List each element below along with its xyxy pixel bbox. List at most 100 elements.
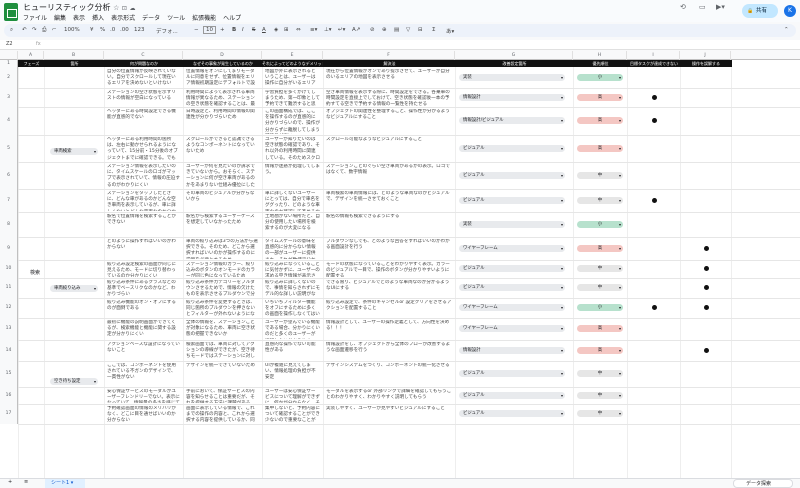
row-number[interactable]: 12 bbox=[0, 298, 18, 318]
comment-icon[interactable]: ▭ bbox=[699, 3, 706, 11]
cell-c[interactable]: ヘッダーにある利用時間の箇所は、左右に動かせられるようになっていて、15分前・1… bbox=[107, 137, 180, 161]
row-number[interactable]: 11 bbox=[0, 278, 18, 298]
column-header-B[interactable]: B bbox=[44, 51, 104, 60]
sheets-logo-icon[interactable] bbox=[4, 3, 18, 21]
priority-select[interactable]: 高 bbox=[577, 347, 623, 354]
cell-f[interactable]: プルダウンなしでも、どのような回答をすればいいのかわかる画面設計を行う bbox=[326, 239, 452, 259]
row-number[interactable]: 5 bbox=[0, 135, 18, 162]
bold-icon[interactable]: B bbox=[232, 27, 236, 33]
target-select[interactable]: ビジュアル bbox=[459, 265, 565, 272]
priority-select[interactable]: 中 bbox=[577, 172, 623, 179]
priority-select[interactable]: 中 bbox=[577, 197, 623, 204]
target-select[interactable]: ビジュアル bbox=[459, 370, 565, 377]
priority-select[interactable]: 小 bbox=[577, 74, 623, 81]
italic-icon[interactable]: I bbox=[242, 27, 244, 33]
priority-select[interactable]: 高 bbox=[577, 145, 623, 152]
cell-f[interactable]: 絞り込み設定で、条件のキャンセルor 設定クリアをさせるアクションを配置すること bbox=[326, 300, 452, 317]
wrap-icon[interactable]: ↵▾ bbox=[338, 27, 345, 33]
priority-select[interactable]: 中 bbox=[577, 370, 623, 377]
priority-select[interactable]: 高 bbox=[577, 117, 623, 124]
fill-color-icon[interactable]: ◈ bbox=[274, 27, 278, 33]
strikethrough-icon[interactable]: S bbox=[252, 27, 256, 33]
undo-icon[interactable]: ↶ bbox=[22, 27, 27, 33]
star-icon[interactable]: ☆ bbox=[113, 4, 119, 12]
cell-d[interactable]: 絞り込み条件を変更するときは、同じ箇所のプルダウンを押さないとフィルターが外れな… bbox=[186, 300, 259, 317]
row-number[interactable]: 2 bbox=[0, 67, 18, 88]
cell-d[interactable]: スクロールができると認識できるようなコンポーネントになっていないため bbox=[186, 137, 259, 161]
font-size-plus[interactable]: + bbox=[220, 27, 225, 33]
cell-c[interactable]: 絞り込み機能のオン・オフにするのが面倒である bbox=[107, 300, 180, 317]
priority-select[interactable]: 小 bbox=[577, 304, 623, 311]
priority-select[interactable]: 中 bbox=[577, 392, 623, 399]
cell-f[interactable]: スクロール可能なようなビジュアルにすること bbox=[326, 137, 452, 161]
row-number[interactable]: 10 bbox=[0, 260, 18, 278]
spreadsheet-grid[interactable]: ABCDEFGHIJ 1 フェーズ 箇所 何が問題なのか なぜその事象が発生しているのか… bbox=[0, 51, 800, 478]
row-number[interactable]: 7 bbox=[0, 189, 18, 212]
row-number[interactable]: 4 bbox=[0, 107, 18, 135]
target-select[interactable]: 情報設計 bbox=[459, 94, 565, 101]
cell-e[interactable]: この画面構成では、ここを操作するのが直感的に分かりづらいので、操作が分からずに離… bbox=[265, 109, 320, 134]
feature-select[interactable]: 空き待ち設定 bbox=[50, 378, 98, 385]
menu-4[interactable]: 表示形式 bbox=[111, 15, 135, 22]
phase-cell[interactable]: 検索 bbox=[30, 269, 40, 276]
row-number[interactable]: 16 bbox=[0, 387, 18, 404]
percent-button[interactable]: % bbox=[100, 27, 105, 33]
cell-f[interactable]: 実装しやすく、ユーザーが見やすいビジュアルにすること bbox=[326, 406, 452, 423]
comment-add-icon[interactable]: ⊕ bbox=[382, 27, 387, 33]
priority-select[interactable]: 高 bbox=[577, 94, 623, 101]
column-header-D[interactable]: D bbox=[183, 51, 262, 60]
search-menus-icon[interactable]: ⌕ bbox=[10, 27, 13, 34]
cell-c[interactable]: 自分の位置情報が反映されていない。自分でスクロールして現在いるエリアを決めないと… bbox=[107, 69, 180, 87]
priority-select[interactable]: 中 bbox=[577, 265, 623, 272]
cell-f[interactable]: 駅名の情報も検索できるようにする bbox=[326, 214, 452, 236]
column-header-F[interactable]: F bbox=[323, 51, 455, 60]
cell-e[interactable]: 学習負担を多くかけてしまうため、第一印象として予約できて難渋すると思われる可能性… bbox=[265, 90, 320, 106]
cell-f[interactable]: 情報設計をし、オブジェクトから全体のフローが改善するような画面遷移を行う bbox=[326, 342, 452, 360]
priority-select[interactable]: 高 bbox=[577, 325, 623, 332]
avatar[interactable]: K bbox=[784, 5, 796, 17]
cell-c[interactable]: 駅名で位置情報を検索することができない bbox=[107, 214, 180, 236]
formula-input[interactable] bbox=[48, 40, 788, 49]
decimal-increase-button[interactable]: .00 bbox=[120, 27, 129, 33]
font-size-input[interactable]: 10 bbox=[203, 26, 216, 34]
collapse-toolbar-icon[interactable]: ⌃ bbox=[784, 27, 789, 33]
filter-views-icon[interactable]: ⊟ bbox=[418, 27, 423, 33]
target-select[interactable]: 実装 bbox=[459, 221, 565, 228]
cell-e[interactable]: いちいちフィルター機能をオフにするために多くの画面を操作しなくてはいけないので、… bbox=[265, 300, 320, 317]
menu-2[interactable]: 表示 bbox=[73, 15, 85, 22]
cell-c[interactable]: アクションベースな設計になっていないこと bbox=[107, 342, 180, 360]
more-formats-button[interactable]: 123 bbox=[134, 27, 145, 33]
cell-d[interactable]: デザインを統一できていないため bbox=[186, 363, 259, 386]
align-icon[interactable]: ≡▾ bbox=[310, 27, 317, 33]
target-select[interactable]: ビジュアル bbox=[459, 145, 565, 152]
cell-d[interactable]: 画面に表示している情報で、これまでの操作の内容と、これから選択する内容を提供して… bbox=[186, 406, 259, 423]
row-number[interactable]: 14 bbox=[0, 340, 18, 361]
name-box[interactable]: Z2 bbox=[6, 41, 13, 47]
target-select[interactable]: ビジュアル bbox=[459, 410, 565, 417]
cell-d[interactable]: 手前において、保証サービスの内容を知らせることは重要だが、それを提供する方法に課… bbox=[186, 389, 259, 403]
cell-c[interactable]: 絞り込み条件にあるクラスなどの基準でベースリクなのかなど、わかりづらい bbox=[107, 280, 180, 297]
target-select[interactable]: ワイヤーフレーム bbox=[459, 245, 565, 252]
cell-d[interactable]: 絞り込み条件カテゴリーをプルダウンさせるためで、情報の欠けたものを表示させるプル… bbox=[186, 280, 259, 297]
column-header-A[interactable]: A bbox=[18, 51, 44, 60]
cell-f[interactable]: 情報設計として、ユーザーの操作定義として、方向性を決める！！！ bbox=[326, 320, 452, 339]
cell-e[interactable]: 絞り込みになっていることに気付かずに、ユーザーの求める空き情報が表示されなくなっ… bbox=[265, 262, 320, 277]
cell-d[interactable]: 車両の絞り込みは3つの方法から選択できる。そのため、どこから選択すればいいのかが… bbox=[186, 239, 259, 259]
cell-e[interactable]: 情報が迷惑が処理してしまう。 bbox=[265, 164, 320, 188]
cell-e[interactable]: 絞り込みに詳しくないので、事情を知らされずにモデル的な詳しい説明がないと、間違い… bbox=[265, 280, 320, 297]
corner-cell[interactable] bbox=[0, 51, 18, 60]
currency-button[interactable]: ¥ bbox=[90, 27, 94, 33]
cell-d[interactable]: 全体の情報を、ステーションごとが対象になるため、車両に空き状態の把握できないか bbox=[186, 320, 259, 339]
cell-d[interactable]: 検索画面では、車両に対してアクションの導線ができたが、空き待ちモードではステーシ… bbox=[186, 342, 259, 360]
document-title[interactable]: ヒューリスティック分析 ☆ ⊡ ☁ bbox=[23, 2, 135, 13]
menu-7[interactable]: 拡張機能 bbox=[192, 15, 216, 22]
menu-6[interactable]: ツール bbox=[167, 15, 185, 22]
cell-e[interactable]: ユーザーが知りたいのは空き状態の確認であり、それ以外の利用時間に関連している。そ… bbox=[265, 137, 320, 161]
cell-e[interactable]: 集中しないと、予約内容について確認することができ少ないので重要なことが伝わりにく… bbox=[265, 406, 320, 423]
column-header-I[interactable]: I bbox=[627, 51, 680, 60]
cell-c[interactable]: 予約確認画面の情報のメリハリがなく、どこに目を通せばいいのか分からない bbox=[107, 406, 180, 423]
target-select[interactable]: ビジュアル bbox=[459, 392, 565, 399]
cell-f[interactable]: 空き車両情報を表示する際に、時間設定をできる。各乗車の時間設定を直接上でしておけ… bbox=[326, 90, 452, 106]
cell-e[interactable]: タイムスケールの意味を直感的に分からない情報の一部がユーザーに提供され、それが数… bbox=[265, 239, 320, 259]
cell-c[interactable]: どのように操作すればいいのかわからない bbox=[107, 239, 180, 259]
